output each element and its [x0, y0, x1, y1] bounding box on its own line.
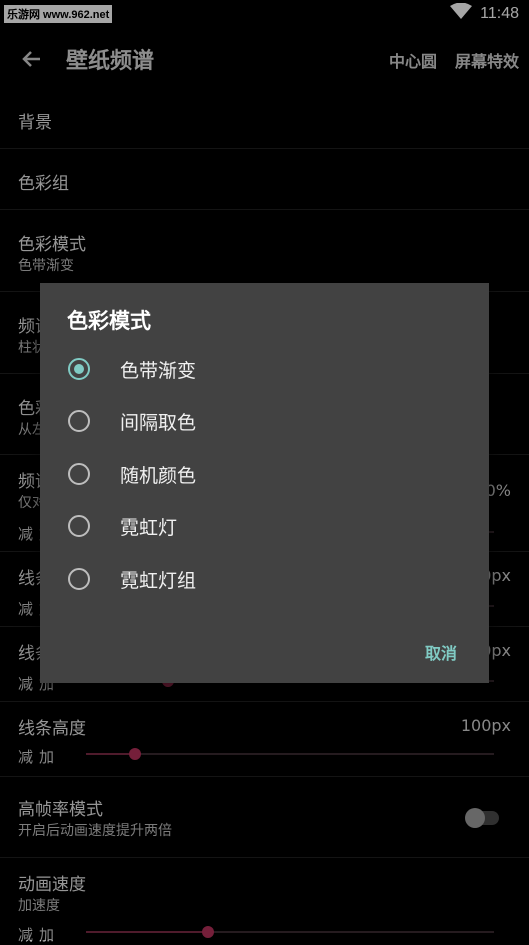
option-label: 随机颜色: [120, 465, 197, 487]
option-label: 霓虹灯组: [120, 570, 197, 592]
radio-icon[interactable]: [68, 410, 90, 432]
option-label: 霓虹灯: [120, 517, 178, 539]
option-label: 色带渐变: [120, 360, 197, 382]
radio-icon[interactable]: [68, 568, 90, 590]
option-neon[interactable]: 霓虹灯: [40, 501, 489, 553]
radio-icon[interactable]: [68, 358, 90, 380]
radio-icon[interactable]: [68, 463, 90, 485]
option-label: 间隔取色: [120, 412, 197, 434]
option-gradient[interactable]: 色带渐变: [40, 344, 489, 396]
radio-icon[interactable]: [68, 515, 90, 537]
option-random[interactable]: 随机颜色: [40, 449, 489, 501]
color-mode-dialog: 色彩模式 色带渐变 间隔取色 随机颜色 霓虹灯 霓虹灯组 取消: [40, 283, 489, 683]
option-neon-group[interactable]: 霓虹灯组: [40, 554, 489, 606]
cancel-button[interactable]: 取消: [425, 640, 457, 664]
option-interval[interactable]: 间隔取色: [40, 396, 489, 448]
dialog-title: 色彩模式: [67, 309, 151, 333]
